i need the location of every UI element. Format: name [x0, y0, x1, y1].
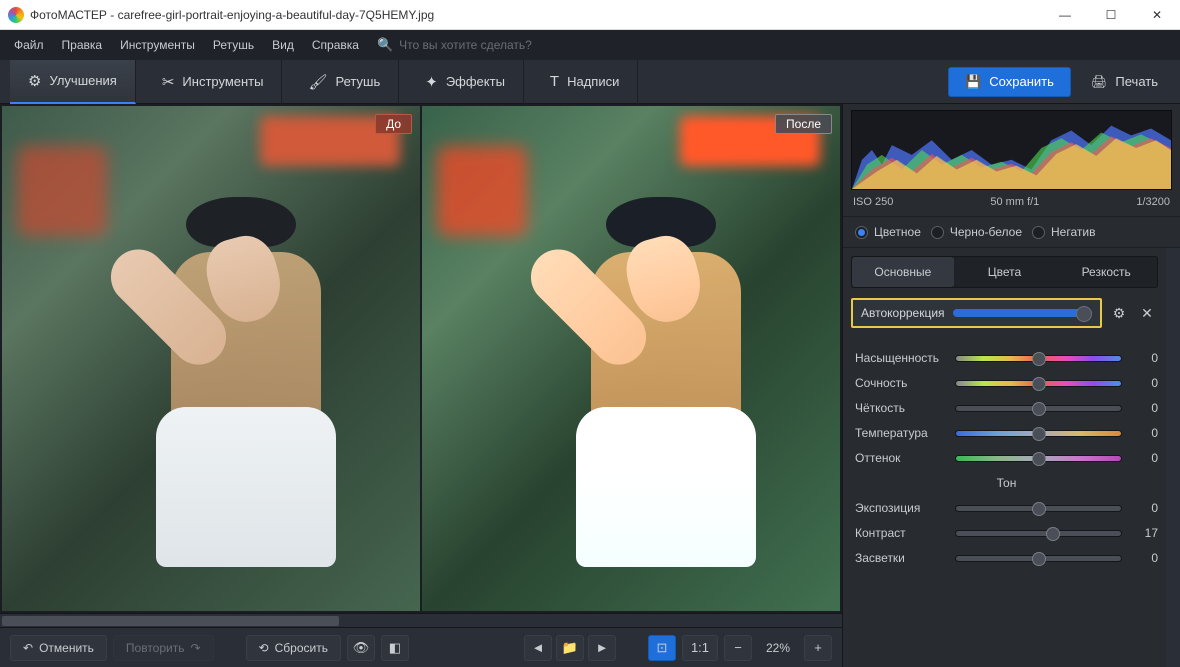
close-icon[interactable]: ✕ [1136, 302, 1158, 324]
radio-negative[interactable]: Негатив [1032, 225, 1095, 239]
adjust-subtabs: Основные Цвета Резкость [851, 256, 1158, 288]
meta-lens: 50 mm f/1 [990, 196, 1039, 208]
zoom-value: 22% [758, 641, 798, 655]
slider-exposure: Экспозиция0 [855, 501, 1158, 515]
slider-tint: Оттенок0 [855, 451, 1158, 465]
photo-metadata: ISO 250 50 mm f/1 1/3200 [843, 194, 1180, 216]
slider-highlights: Засветки0 [855, 551, 1158, 565]
print-button[interactable]: 🖨Печать [1079, 68, 1170, 96]
wand-icon: ✦ [425, 73, 438, 91]
tone-header: Тон [855, 476, 1158, 490]
slider-saturation: Насыщенность0 [855, 351, 1158, 365]
close-button[interactable]: ✕ [1134, 0, 1180, 30]
sliders-icon: ⚙ [28, 72, 41, 90]
search-input[interactable]: Что вы хотите сделать? [399, 38, 532, 52]
folder-icon[interactable]: 📁 [556, 635, 584, 661]
tab-retouch[interactable]: 🖌Ретушь [290, 60, 399, 104]
menu-edit[interactable]: Правка [54, 34, 111, 56]
autocorrect-row: Автокоррекция ⚙ ✕ [851, 298, 1158, 328]
brush-icon: 🖌 [308, 73, 327, 91]
canvas-area: До После ↶Отменить Повторить↷ ⟲Сбросить … [0, 104, 842, 667]
ratio-button[interactable]: 1:1 [682, 635, 718, 661]
menubar: Файл Правка Инструменты Ретушь Вид Справ… [0, 30, 1180, 60]
app-icon [8, 7, 24, 23]
gear-icon[interactable]: ⚙ [1108, 302, 1130, 324]
sliders-list: Насыщенность0 Сочность0 Чёткость0 Темпер… [843, 334, 1166, 667]
compare-view: До После [0, 104, 842, 613]
autocorrect-label: Автокоррекция [861, 306, 945, 320]
tab-enhance[interactable]: ⚙Улучшения [10, 60, 136, 104]
crop-icon: ✂ [162, 73, 175, 91]
after-badge: После [775, 114, 832, 134]
tab-tools[interactable]: ✂Инструменты [144, 60, 283, 104]
print-icon: 🖨 [1091, 74, 1108, 90]
nav-prev-icon[interactable]: ◄ [524, 635, 552, 661]
subtab-sharp[interactable]: Резкость [1055, 257, 1157, 287]
undo-button[interactable]: ↶Отменить [10, 635, 107, 661]
vertical-scrollbar[interactable] [1166, 248, 1180, 667]
radio-color[interactable]: Цветное [855, 225, 921, 239]
slider-contrast: Контраст17 [855, 526, 1158, 540]
window-title: ФотоМАСТЕР - carefree-girl-portrait-enjo… [30, 8, 1042, 22]
autocorrect-box[interactable]: Автокоррекция [851, 298, 1102, 328]
toolbar: ⚙Улучшения ✂Инструменты 🖌Ретушь ✦Эффекты… [0, 60, 1180, 104]
slider-temperature: Температура0 [855, 426, 1158, 440]
histogram[interactable] [851, 110, 1172, 190]
meta-shutter: 1/3200 [1136, 196, 1170, 208]
reset-button[interactable]: ⟲Сбросить [246, 635, 341, 661]
eye-icon[interactable]: 👁 [347, 635, 375, 661]
redo-button[interactable]: Повторить↷ [113, 635, 214, 661]
fit-icon[interactable]: ⊡ [648, 635, 676, 661]
split-icon[interactable]: ◧ [381, 635, 409, 661]
subtab-colors[interactable]: Цвета [954, 257, 1056, 287]
menu-help[interactable]: Справка [304, 34, 367, 56]
radio-bw[interactable]: Черно-белое [931, 225, 1022, 239]
before-badge: До [375, 114, 412, 134]
search-icon: 🔍 [377, 37, 393, 53]
save-icon: 💾 [965, 74, 981, 90]
menu-tools[interactable]: Инструменты [112, 34, 203, 56]
tab-effects[interactable]: ✦Эффекты [407, 60, 524, 104]
zoom-in-icon[interactable]: + [804, 635, 832, 661]
menu-retouch[interactable]: Ретушь [205, 34, 262, 56]
slider-vibrance: Сочность0 [855, 376, 1158, 390]
horizontal-scrollbar[interactable] [0, 613, 842, 627]
after-image[interactable]: После [422, 106, 840, 611]
subtab-basic[interactable]: Основные [852, 257, 954, 287]
undo-icon: ↶ [23, 641, 33, 655]
minimize-button[interactable]: — [1042, 0, 1088, 30]
right-panel: ISO 250 50 mm f/1 1/3200 Цветное Черно-б… [842, 104, 1180, 667]
before-image[interactable]: До [2, 106, 420, 611]
color-mode-radios: Цветное Черно-белое Негатив [843, 216, 1180, 248]
bottom-toolbar: ↶Отменить Повторить↷ ⟲Сбросить 👁 ◧ ◄ 📁 ►… [0, 627, 842, 667]
reset-icon: ⟲ [259, 641, 269, 655]
meta-iso: ISO 250 [853, 196, 893, 208]
maximize-button[interactable]: ☐ [1088, 0, 1134, 30]
redo-icon: ↷ [190, 641, 200, 655]
titlebar: ФотоМАСТЕР - carefree-girl-portrait-enjo… [0, 0, 1180, 30]
main-area: До После ↶Отменить Повторить↷ ⟲Сбросить … [0, 104, 1180, 667]
slider-clarity: Чёткость0 [855, 401, 1158, 415]
nav-next-icon[interactable]: ► [588, 635, 616, 661]
menu-file[interactable]: Файл [6, 34, 52, 56]
text-icon: T [550, 73, 559, 90]
save-button[interactable]: 💾Сохранить [948, 67, 1071, 97]
zoom-out-icon[interactable]: − [724, 635, 752, 661]
autocorrect-slider[interactable] [953, 309, 1092, 317]
tab-text[interactable]: TНадписи [532, 60, 638, 104]
menu-view[interactable]: Вид [264, 34, 302, 56]
